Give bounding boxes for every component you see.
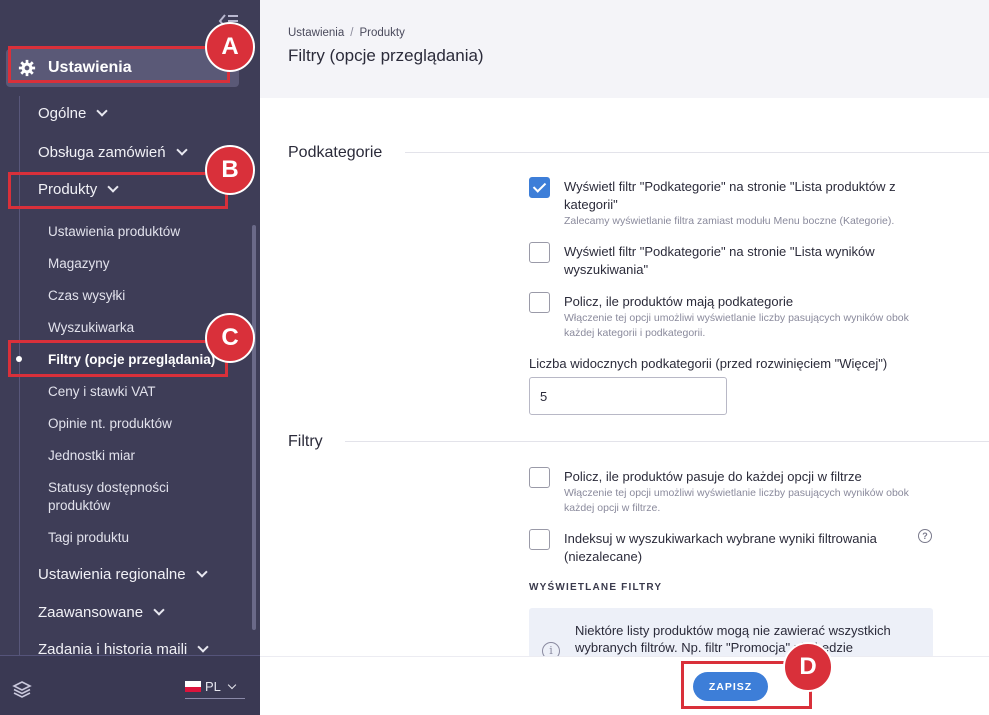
- info-text: Niektóre listy produktów mogą nie zawier…: [575, 623, 891, 655]
- visible-subcategories-input[interactable]: [529, 377, 727, 415]
- page-title: Filtry (opcje przeglądania): [288, 46, 484, 65]
- language-code: PL: [205, 679, 221, 694]
- breadcrumb-separator: /: [350, 27, 354, 39]
- sidebar-subitem-prices-vat[interactable]: Ceny i stawki VAT: [48, 383, 156, 401]
- section-title-filters: Filtry: [288, 433, 323, 450]
- poland-flag-icon: [185, 681, 201, 692]
- chevron-down-icon: [227, 680, 237, 689]
- language-selector[interactable]: PL: [185, 679, 245, 699]
- sidebar-footer: PL: [0, 655, 260, 715]
- count-filter-options-checkbox[interactable]: [529, 467, 550, 488]
- sidebar-subitem-tags[interactable]: Tagi produktu: [48, 529, 129, 547]
- annotation-badge-d: D: [783, 642, 833, 692]
- sidebar-subitem-reviews[interactable]: Opinie nt. produktów: [48, 415, 172, 433]
- layers-icon[interactable]: [12, 680, 32, 698]
- visible-subcategories-label: Liczba widocznych podkategorii (przed ro…: [529, 356, 888, 371]
- count-subcategory-products-checkbox[interactable]: [529, 292, 550, 313]
- subcategory-filter-search-checkbox[interactable]: [529, 242, 550, 263]
- annotation-badge-a: A: [205, 22, 255, 72]
- count-filter-options-label: Policz, ile produktów pasuje do każdej o…: [564, 469, 862, 484]
- annotation-badge-c: C: [205, 313, 255, 363]
- info-box: i Niektóre listy produktów mogą nie zawi…: [529, 608, 933, 658]
- breadcrumb: Ustawienia / Produkty: [288, 27, 405, 39]
- displayed-filters-heading: WYŚWIETLANE FILTRY: [529, 582, 663, 593]
- sidebar-subitem-shipping-time[interactable]: Czas wysyłki: [48, 287, 125, 305]
- chevron-down-icon: [175, 144, 188, 156]
- sidebar-subitem-search[interactable]: Wyszukiwarka: [48, 319, 134, 337]
- sidebar-item-label: Zaawansowane: [38, 604, 144, 621]
- sidebar-item-general[interactable]: Ogólne: [38, 105, 109, 122]
- annotation-box-c: [8, 340, 228, 377]
- sidebar-item-advanced[interactable]: Zaawansowane: [38, 604, 165, 621]
- annotation-box-a: [8, 46, 230, 83]
- subcategory-filter-category-hint: Zalecamy wyświetlanie filtra zamiast mod…: [564, 215, 895, 227]
- section-divider: [405, 152, 989, 153]
- count-filter-options-hint: Włączenie tej opcji umożliwi wyświetlani…: [564, 487, 909, 514]
- sidebar-scrollbar[interactable]: [252, 225, 256, 630]
- sidebar-item-label: Ustawienia regionalne: [38, 566, 186, 583]
- help-icon[interactable]: ?: [918, 529, 932, 543]
- sidebar-item-label: Obsługa zamówień: [38, 144, 166, 161]
- index-filter-results-checkbox[interactable]: [529, 529, 550, 550]
- breadcrumb-settings[interactable]: Ustawienia: [288, 27, 344, 39]
- footer-bar: [260, 656, 989, 715]
- chevron-down-icon: [96, 105, 109, 117]
- annotation-badge-b: B: [205, 145, 255, 195]
- subcategory-filter-search-label: Wyświetl filtr "Podkategorie" na stronie…: [564, 244, 875, 277]
- count-subcategory-products-hint: Włączenie tej opcji umożliwi wyświetlani…: [564, 312, 909, 339]
- sidebar-item-label: Ogólne: [38, 105, 87, 122]
- section-title-subcategories: Podkategorie: [288, 144, 383, 161]
- chevron-down-icon: [195, 566, 208, 578]
- section-divider: [345, 441, 989, 442]
- subcategory-filter-category-label: Wyświetl filtr "Podkategorie" na stronie…: [564, 179, 896, 212]
- sidebar-subitem-availability[interactable]: Statusy dostępności produktów: [48, 479, 198, 515]
- sidebar-subitem-product-settings[interactable]: Ustawienia produktów: [48, 223, 180, 241]
- chevron-down-icon: [197, 641, 209, 653]
- sidebar-subitem-warehouses[interactable]: Magazyny: [48, 255, 110, 273]
- sidebar-item-orders[interactable]: Obsługa zamówień: [38, 144, 188, 161]
- page-header: Ustawienia / Produkty Filtry (opcje przegl…: [260, 0, 989, 98]
- count-subcategory-products-label: Policz, ile produktów mają podkategorie: [564, 294, 794, 309]
- chevron-down-icon: [153, 604, 165, 616]
- breadcrumb-products[interactable]: Produkty: [359, 27, 404, 39]
- sidebar-item-regional[interactable]: Ustawienia regionalne: [38, 566, 208, 583]
- index-filter-results-label: Indeksuj w wyszukiwarkach wybrane wyniki…: [564, 531, 877, 564]
- subcategory-filter-category-checkbox[interactable]: [529, 177, 550, 198]
- annotation-box-b: [8, 172, 228, 209]
- sidebar-subitem-units[interactable]: Jednostki miar: [48, 447, 135, 465]
